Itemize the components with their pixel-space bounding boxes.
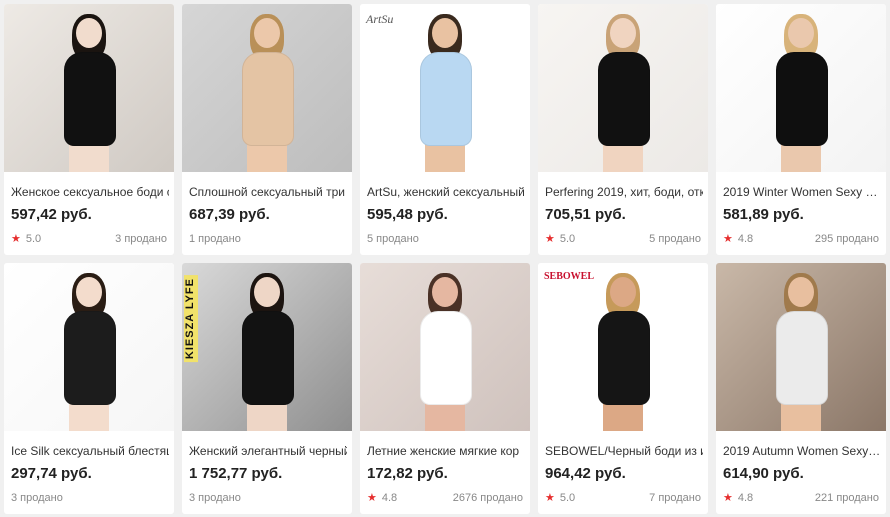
sold-count: 3 продано xyxy=(189,492,241,504)
product-card[interactable]: Сплошной сексуальный три 687,39 руб. 1 про… xyxy=(182,4,352,255)
product-price: 597,42 руб. xyxy=(11,206,92,223)
product-card[interactable]: KIESZA LYFE Женский элегантный черный 1 75… xyxy=(182,263,352,514)
product-title[interactable]: Женское сексуальное боди с xyxy=(11,185,169,199)
product-card[interactable]: Летние женские мягкие кор 172,82 руб. ★ 4.8… xyxy=(360,263,530,514)
sold-count: 7 продано xyxy=(649,492,701,504)
model-figure xyxy=(770,273,832,431)
product-card[interactable]: 2019 Winter Women Sexy B… 581,89 руб. ★ 4.8… xyxy=(716,4,886,255)
sold-count: 3 продано xyxy=(11,492,63,504)
product-rating: ★ 5.0 xyxy=(545,232,575,246)
product-title[interactable]: Perfering 2019, хит, боди, отк xyxy=(545,185,703,199)
product-image[interactable]: ArtSu xyxy=(360,4,530,172)
star-icon: ★ xyxy=(545,233,555,245)
product-card[interactable]: Женское сексуальное боди с 597,42 руб. ★ 5.… xyxy=(4,4,174,255)
product-title[interactable]: Женский элегантный черный xyxy=(189,444,347,458)
product-price: 581,89 руб. xyxy=(723,206,804,223)
product-meta: 5 продано xyxy=(367,232,523,246)
product-image[interactable] xyxy=(182,4,352,172)
product-card[interactable]: Ice Silk сексуальный блестящ 297,74 руб. 3… xyxy=(4,263,174,514)
product-title[interactable]: ArtSu, женский сексуальный xyxy=(367,185,525,199)
product-rating: ★ 4.8 xyxy=(367,491,397,505)
product-rating: ★ 4.8 xyxy=(723,232,753,246)
product-title[interactable]: Летние женские мягкие кор xyxy=(367,444,525,458)
product-rating: ★ 5.0 xyxy=(11,232,41,246)
product-image[interactable] xyxy=(716,4,886,172)
product-price: 614,90 руб. xyxy=(723,465,804,482)
product-meta: 1 продано xyxy=(189,232,345,246)
model-figure xyxy=(414,14,476,172)
product-meta: ★ 5.0 5 продано xyxy=(545,232,701,246)
sold-count: 1 продано xyxy=(189,233,241,245)
model-figure xyxy=(592,14,654,172)
product-title[interactable]: Ice Silk сексуальный блестящ xyxy=(11,444,169,458)
product-image[interactable]: SEBOWEL xyxy=(538,263,708,431)
star-icon: ★ xyxy=(723,233,733,245)
model-figure xyxy=(770,14,832,172)
sold-count: 295 продано xyxy=(814,233,879,245)
product-meta: ★ 4.8 221 продано xyxy=(723,491,879,505)
product-title[interactable]: Сплошной сексуальный три xyxy=(189,185,347,199)
product-meta: ★ 4.8 295 продано xyxy=(723,232,879,246)
product-rating: ★ 4.8 xyxy=(723,491,753,505)
sold-count: 5 продано xyxy=(367,233,419,245)
rating-value: 4.8 xyxy=(737,233,754,245)
product-image[interactable] xyxy=(360,263,530,431)
product-image[interactable] xyxy=(4,263,174,431)
brand-logo-vertical: KIESZA LYFE xyxy=(184,275,198,363)
product-price: 595,48 руб. xyxy=(367,206,448,223)
rating-value: 4.8 xyxy=(737,492,754,504)
model-figure xyxy=(58,273,120,431)
star-icon: ★ xyxy=(545,492,555,504)
model-figure xyxy=(414,273,476,431)
rating-value: 5.0 xyxy=(559,492,576,504)
star-icon: ★ xyxy=(367,492,377,504)
star-icon: ★ xyxy=(723,492,733,504)
product-meta: ★ 5.0 3 продано xyxy=(11,232,167,246)
sold-count: 221 продано xyxy=(814,492,879,504)
product-grid: Женское сексуальное боди с 597,42 руб. ★ 5.… xyxy=(4,4,886,514)
model-figure xyxy=(592,273,654,431)
product-image[interactable] xyxy=(4,4,174,172)
rating-value: 5.0 xyxy=(25,233,42,245)
product-image[interactable]: KIESZA LYFE xyxy=(182,263,352,431)
model-figure xyxy=(236,14,298,172)
product-meta: 3 продано xyxy=(189,491,345,505)
sold-count: 3 продано xyxy=(115,233,167,245)
product-meta: ★ 5.0 7 продано xyxy=(545,491,701,505)
brand-logo: SEBOWEL xyxy=(544,271,595,282)
product-price: 297,74 руб. xyxy=(11,465,92,482)
product-meta: ★ 4.8 2676 продано xyxy=(367,491,523,505)
product-title[interactable]: SEBOWEL/Черный боди из ис xyxy=(545,444,703,458)
sold-count: 2676 продано xyxy=(452,492,523,504)
product-price: 1 752,77 руб. xyxy=(189,465,283,482)
product-meta: 3 продано xyxy=(11,491,167,505)
product-image[interactable] xyxy=(716,263,886,431)
product-card[interactable]: SEBOWEL SEBOWEL/Черный боди из ис 964,42 р… xyxy=(538,263,708,514)
product-title[interactable]: 2019 Autumn Women Sexy … xyxy=(723,444,881,458)
product-price: 687,39 руб. xyxy=(189,206,270,223)
model-figure xyxy=(236,273,298,431)
product-card[interactable]: Perfering 2019, хит, боди, отк 705,51 руб… xyxy=(538,4,708,255)
product-rating: ★ 5.0 xyxy=(545,491,575,505)
star-icon: ★ xyxy=(11,233,21,245)
product-image[interactable] xyxy=(538,4,708,172)
rating-value: 5.0 xyxy=(559,233,576,245)
product-price: 705,51 руб. xyxy=(545,206,626,223)
product-price: 964,42 руб. xyxy=(545,465,626,482)
rating-value: 4.8 xyxy=(381,492,398,504)
product-card[interactable]: ArtSu ArtSu, женский сексуальный 595,48 ру… xyxy=(360,4,530,255)
brand-logo: ArtSu xyxy=(366,12,394,26)
product-title[interactable]: 2019 Winter Women Sexy B… xyxy=(723,185,881,199)
sold-count: 5 продано xyxy=(649,233,701,245)
product-card[interactable]: 2019 Autumn Women Sexy … 614,90 руб. ★ 4.8 2… xyxy=(716,263,886,514)
model-figure xyxy=(58,14,120,172)
product-price: 172,82 руб. xyxy=(367,465,448,482)
